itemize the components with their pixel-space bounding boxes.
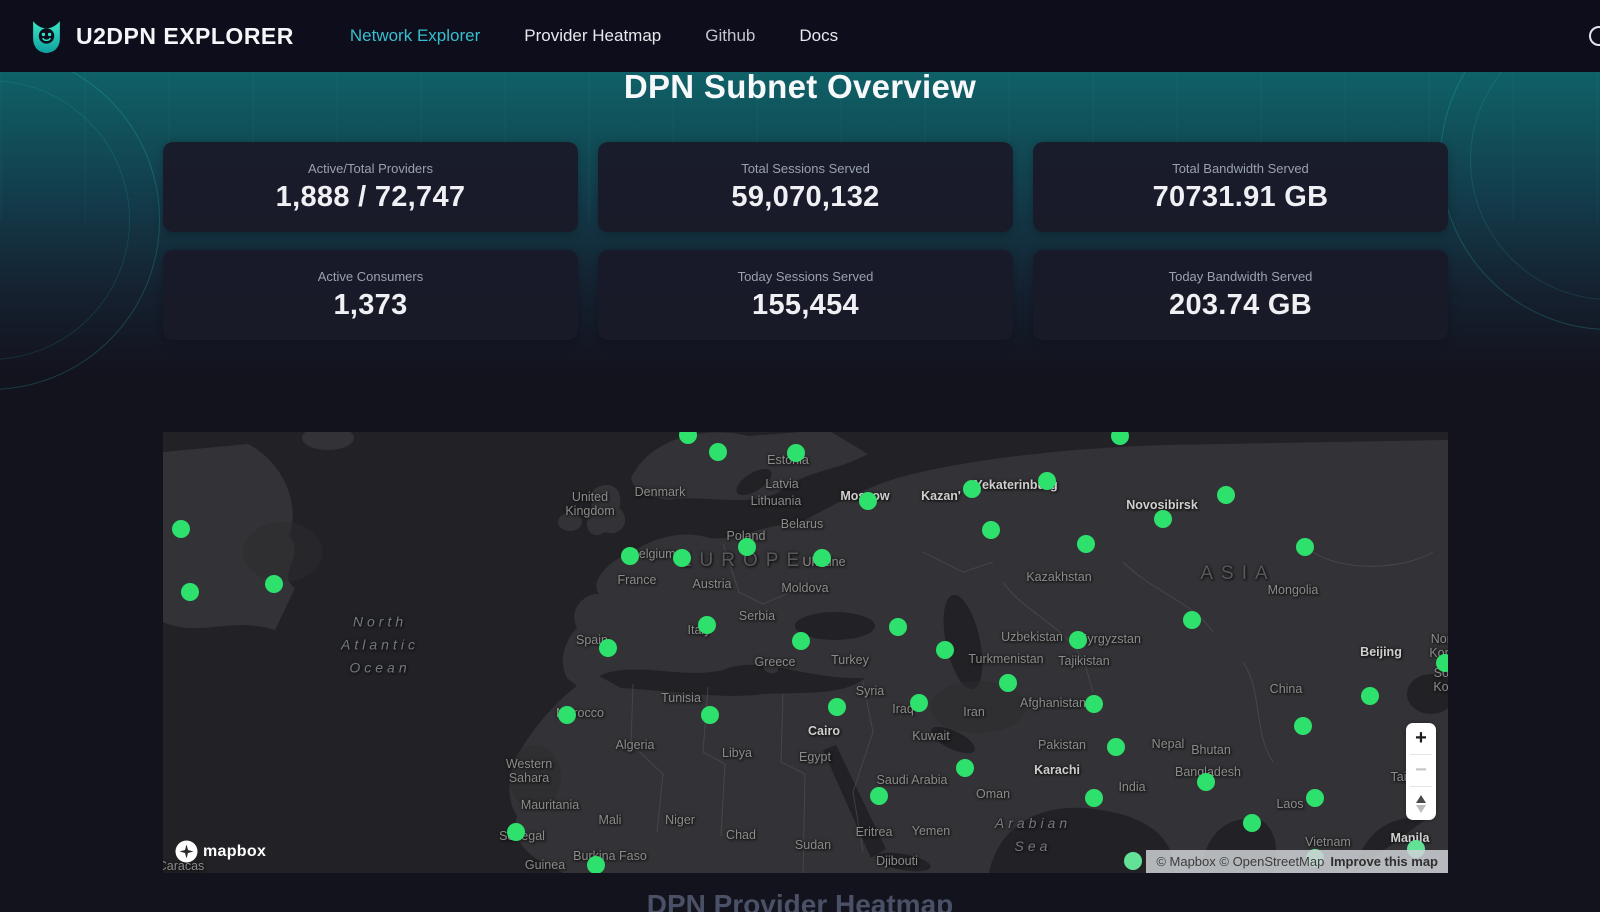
provider-dot[interactable]: [1038, 472, 1056, 490]
provider-dot[interactable]: [828, 698, 846, 716]
main-nav: Network Explorer Provider Heatmap Github…: [350, 26, 838, 46]
u2dpn-logo-icon: [28, 18, 65, 55]
provider-dot[interactable]: [889, 618, 907, 636]
provider-dot[interactable]: [1243, 814, 1261, 832]
provider-dot[interactable]: [265, 575, 283, 593]
stat-label: Today Bandwidth Served: [1169, 269, 1313, 284]
provider-dot[interactable]: [982, 521, 1000, 539]
stat-value: 59,070,132: [731, 181, 879, 214]
provider-dot[interactable]: [587, 856, 605, 873]
stat-label: Today Sessions Served: [738, 269, 874, 284]
provider-dot[interactable]: [621, 547, 639, 565]
improve-map-link[interactable]: Improve this map: [1330, 854, 1438, 869]
provider-dot[interactable]: [1306, 789, 1324, 807]
provider-dot[interactable]: [1069, 631, 1087, 649]
search-icon[interactable]: [1589, 26, 1600, 46]
provider-dot[interactable]: [1361, 687, 1379, 705]
provider-dot[interactable]: [1436, 654, 1448, 672]
stat-card-today-sessions: Today Sessions Served 155,454: [598, 250, 1013, 340]
nav-item-network-explorer[interactable]: Network Explorer: [350, 26, 480, 46]
app-title: U2DPN EXPLORER: [76, 23, 294, 50]
provider-dot[interactable]: [1296, 538, 1314, 556]
stat-label: Active Consumers: [318, 269, 423, 284]
provider-dot[interactable]: [1085, 789, 1103, 807]
page-title: DPN Subnet Overview: [0, 68, 1600, 106]
stat-value: 203.74 GB: [1169, 289, 1312, 322]
provider-dot[interactable]: [738, 538, 756, 556]
compass-up-icon: [1416, 795, 1426, 803]
provider-dot[interactable]: [859, 492, 877, 510]
provider-dot[interactable]: [172, 520, 190, 538]
map-attribution: © Mapbox © OpenStreetMap Improve this ma…: [1146, 850, 1448, 873]
mapbox-logo-link[interactable]: mapbox: [175, 840, 266, 863]
map-canvas[interactable]: United KingdomDenmarkEstoniaLatviaLithua…: [163, 432, 1448, 873]
provider-dot[interactable]: [1197, 773, 1215, 791]
stat-card-total-sessions: Total Sessions Served 59,070,132: [598, 142, 1013, 232]
provider-dot[interactable]: [1154, 510, 1172, 528]
provider-dot[interactable]: [679, 432, 697, 444]
map-zoom-control: + −: [1406, 723, 1436, 820]
stat-card-active-total-providers: Active/Total Providers 1,888 / 72,747: [163, 142, 578, 232]
stat-card-today-bandwidth: Today Bandwidth Served 203.74 GB: [1033, 250, 1448, 340]
zoom-out-button[interactable]: −: [1406, 755, 1436, 786]
provider-dot[interactable]: [709, 443, 727, 461]
provider-dot[interactable]: [956, 759, 974, 777]
stat-label: Total Sessions Served: [741, 161, 870, 176]
provider-dot[interactable]: [1183, 611, 1201, 629]
mapbox-icon: [175, 840, 198, 863]
provider-dot[interactable]: [599, 639, 617, 657]
provider-dot[interactable]: [558, 706, 576, 724]
stat-card-total-bandwidth: Total Bandwidth Served 70731.91 GB: [1033, 142, 1448, 232]
provider-dot[interactable]: [870, 787, 888, 805]
provider-dot[interactable]: [787, 444, 805, 462]
nav-item-docs[interactable]: Docs: [799, 26, 838, 46]
provider-dot[interactable]: [507, 823, 525, 841]
mapbox-logo-text: mapbox: [203, 843, 266, 861]
provider-dot[interactable]: [936, 641, 954, 659]
provider-dot[interactable]: [963, 480, 981, 498]
provider-dot[interactable]: [1111, 432, 1129, 445]
provider-dot[interactable]: [1107, 738, 1125, 756]
next-section-title: DPN Provider Heatmap: [0, 889, 1600, 912]
top-nav-bar: U2DPN EXPLORER Network Explorer Provider…: [0, 0, 1600, 72]
provider-dot[interactable]: [999, 674, 1017, 692]
stat-value: 70731.91 GB: [1153, 181, 1329, 214]
provider-dot[interactable]: [1124, 852, 1142, 870]
stat-value: 1,888 / 72,747: [276, 181, 466, 214]
provider-dot[interactable]: [1085, 695, 1103, 713]
stat-value: 155,454: [752, 289, 859, 322]
provider-dot[interactable]: [701, 706, 719, 724]
provider-dot[interactable]: [910, 694, 928, 712]
nav-item-provider-heatmap[interactable]: Provider Heatmap: [524, 26, 661, 46]
provider-dot[interactable]: [792, 632, 810, 650]
provider-dot[interactable]: [1217, 486, 1235, 504]
provider-dot[interactable]: [698, 616, 716, 634]
provider-dot[interactable]: [1294, 717, 1312, 735]
nav-item-github[interactable]: Github: [705, 26, 755, 46]
stat-value: 1,373: [333, 289, 407, 322]
compass-down-icon: [1416, 805, 1426, 813]
compass-button[interactable]: [1406, 787, 1436, 820]
provider-dot[interactable]: [1077, 535, 1095, 553]
map-copyright: © Mapbox © OpenStreetMap: [1156, 854, 1324, 869]
provider-dot[interactable]: [813, 549, 831, 567]
stats-grid: Active/Total Providers 1,888 / 72,747 To…: [163, 142, 1448, 340]
provider-dot[interactable]: [181, 583, 199, 601]
brand[interactable]: U2DPN EXPLORER: [28, 18, 294, 55]
zoom-in-button[interactable]: +: [1406, 723, 1436, 754]
provider-dot[interactable]: [673, 549, 691, 567]
stat-card-active-consumers: Active Consumers 1,373: [163, 250, 578, 340]
provider-dots-layer: [163, 432, 1448, 873]
stat-label: Total Bandwidth Served: [1172, 161, 1309, 176]
stat-label: Active/Total Providers: [308, 161, 433, 176]
